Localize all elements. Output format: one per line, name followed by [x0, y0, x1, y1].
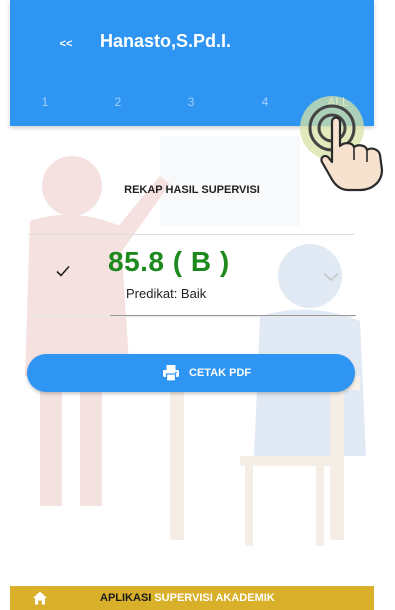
printer-icon [163, 365, 179, 382]
page-title: Hanasto,S.Pd.I. [100, 31, 232, 51]
predikat-label: Predikat: Baik [126, 286, 207, 301]
divider [28, 234, 354, 235]
tab-2[interactable]: 2 [100, 88, 136, 116]
screen: << Hanasto,S.Pd.I. 1 2 3 4 ALL REKAP HAS… [0, 0, 395, 610]
chevron-down-icon[interactable] [323, 272, 339, 282]
check-icon [56, 265, 70, 277]
tab-3[interactable]: 3 [173, 88, 209, 116]
footer-app-label: APLIKASI SUPERVISI AKADEMIK [100, 591, 275, 605]
footer-label-part2: SUPERVISI AKADEMIK [154, 592, 275, 604]
cetak-pdf-button[interactable]: CETAK PDF [27, 354, 355, 392]
tab-all[interactable]: ALL [320, 88, 356, 116]
home-icon[interactable] [32, 590, 48, 606]
back-button[interactable]: << [52, 34, 80, 54]
divider [28, 316, 354, 317]
tab-1[interactable]: 1 [27, 88, 63, 116]
score-value: 85.8 ( B ) [108, 246, 230, 277]
main-content: REKAP HASIL SUPERVISI 85.8 ( B ) Predika… [10, 126, 374, 586]
app-header: << Hanasto,S.Pd.I. 1 2 3 4 ALL [10, 0, 374, 126]
cetak-pdf-label: CETAK PDF [189, 367, 252, 379]
section-title: REKAP HASIL SUPERVISI [124, 184, 260, 196]
footer-label-part1: APLIKASI [100, 592, 152, 604]
tab-bar: 1 2 3 4 ALL [10, 88, 374, 116]
app-footer: APLIKASI SUPERVISI AKADEMIK [10, 586, 374, 610]
tab-4[interactable]: 4 [247, 88, 283, 116]
